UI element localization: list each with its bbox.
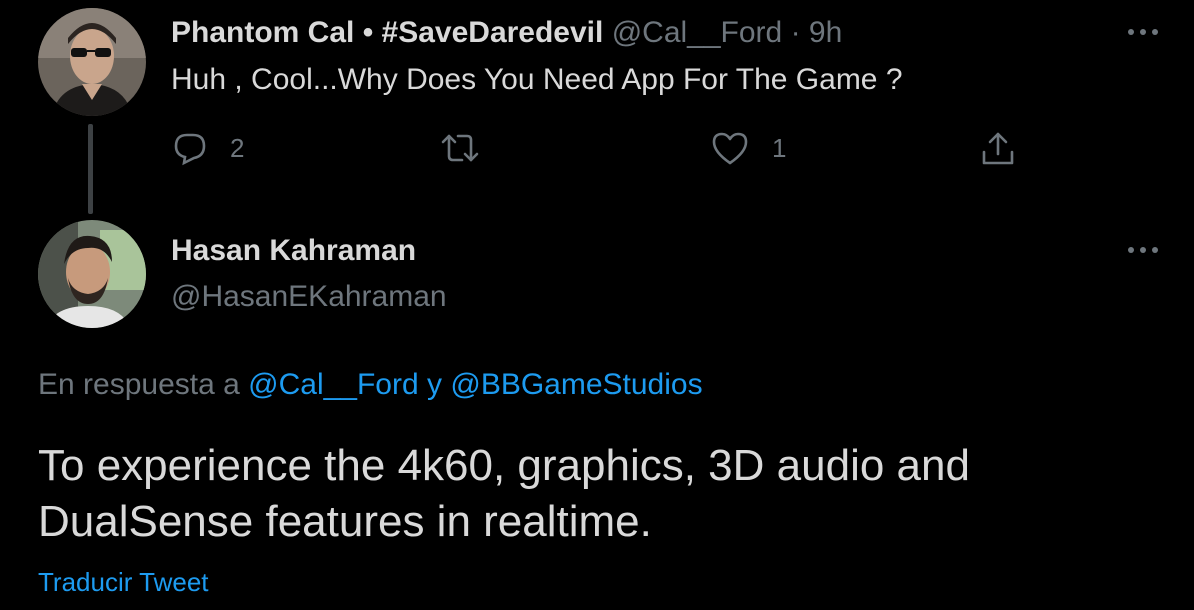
- reply-count: 2: [230, 132, 245, 163]
- translate-tweet-link[interactable]: Traducir Tweet: [38, 565, 209, 599]
- tweet1-text: Huh , Cool...Why Does You Need App For T…: [171, 63, 903, 96]
- retweet-icon: [440, 130, 480, 166]
- tweet1-display-name[interactable]: Phantom Cal • #SaveDaredevil: [171, 16, 603, 49]
- reply-button[interactable]: 2: [172, 130, 244, 166]
- avatar-phantom-cal[interactable]: [38, 8, 146, 116]
- tweet2-more-icon[interactable]: [1128, 240, 1158, 260]
- tweet1-handle[interactable]: @Cal__Ford: [612, 16, 783, 49]
- tweet1-header: Phantom Cal • #SaveDaredevil @Cal__Ford …: [171, 14, 842, 52]
- reply-connector: y: [427, 368, 443, 401]
- share-icon: [980, 130, 1016, 168]
- like-count: 1: [772, 132, 787, 163]
- avatar-hasan-kahraman[interactable]: [38, 220, 146, 328]
- tweet2-handle[interactable]: @HasanEKahraman: [171, 278, 447, 316]
- thread-connector-line: [88, 124, 93, 214]
- tweet-thread: Phantom Cal • #SaveDaredevil @Cal__Ford …: [0, 0, 1194, 610]
- share-button[interactable]: [980, 130, 1016, 168]
- like-icon: [710, 130, 750, 166]
- tweet1-more-icon[interactable]: [1128, 22, 1158, 42]
- reply-context: En respuesta a @Cal__Ford y @BBGameStudi…: [38, 366, 703, 404]
- retweet-button[interactable]: [440, 130, 480, 166]
- reply-icon: [172, 130, 208, 166]
- tweet2-display-name[interactable]: Hasan Kahraman: [171, 232, 416, 270]
- like-button[interactable]: 1: [710, 130, 786, 166]
- reply-prefix: En respuesta a: [38, 368, 240, 401]
- tweet1-separator: ·: [790, 16, 801, 49]
- tweet1-time[interactable]: 9h: [809, 16, 842, 49]
- reply-user-link-2[interactable]: @BBGameStudios: [450, 368, 702, 401]
- reply-user-link-1[interactable]: @Cal__Ford: [248, 368, 419, 401]
- tweet2-text: To experience the 4k60, graphics, 3D aud…: [38, 441, 970, 546]
